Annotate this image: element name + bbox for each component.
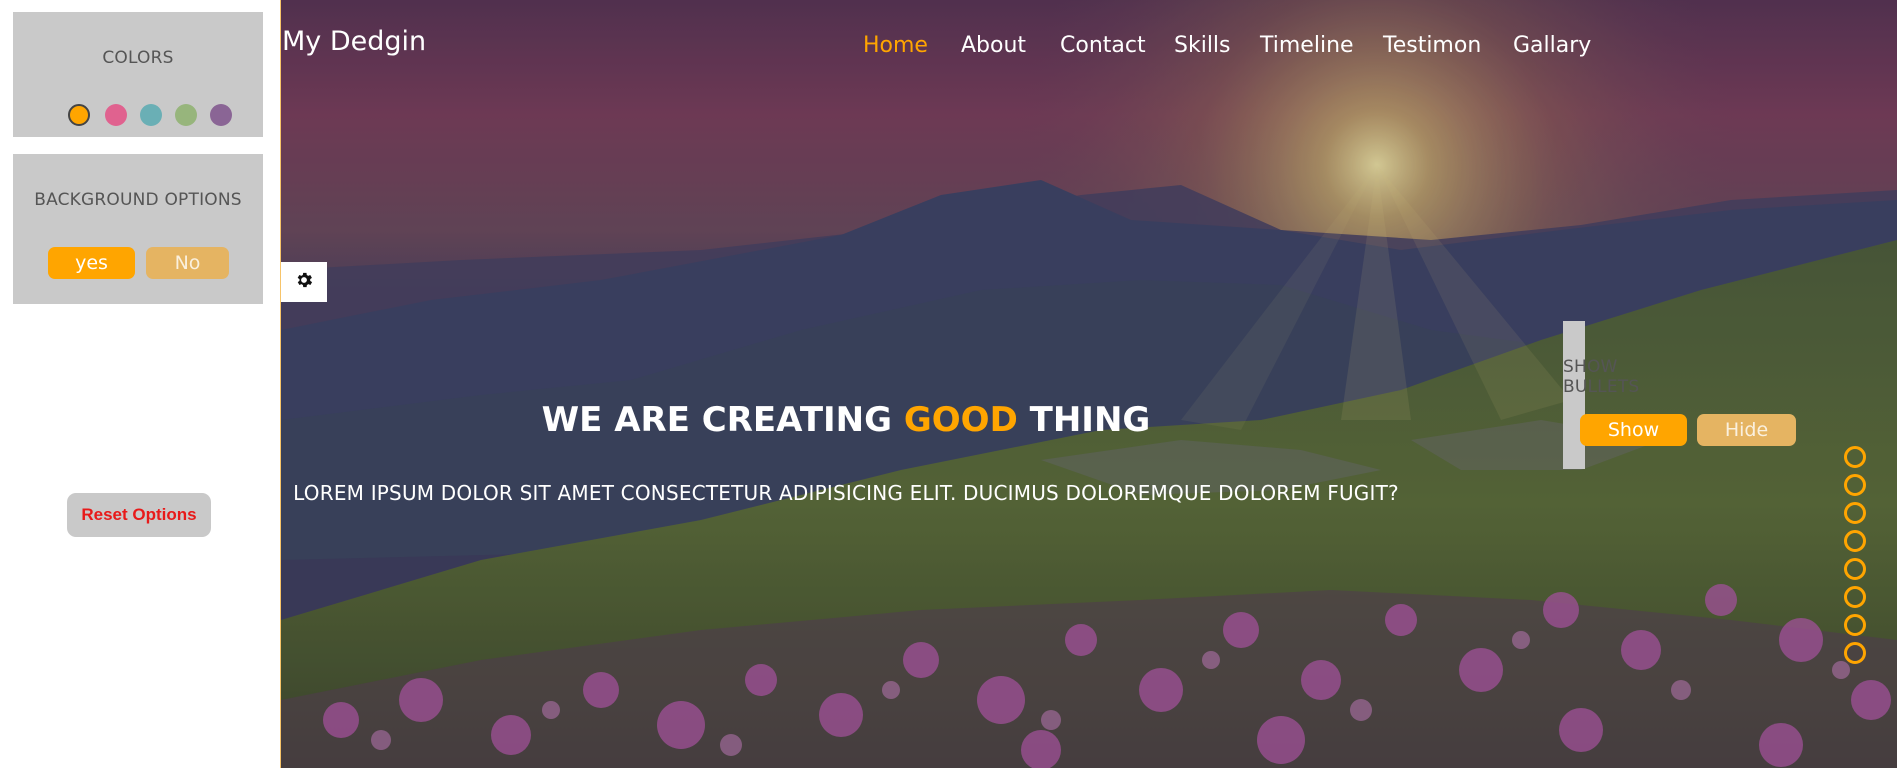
- nav-testimon[interactable]: Testimon: [1383, 33, 1481, 58]
- hero-subtitle: LOREM IPSUM DOLOR SIT AMET CONSECTETUR A…: [293, 481, 1399, 505]
- nav-gallary[interactable]: Gallary: [1513, 33, 1591, 58]
- bullet-about[interactable]: [1844, 474, 1866, 496]
- hero-headline: WE ARE CREATING GOOD THING: [281, 400, 1411, 440]
- colors-title: COLORS: [102, 48, 174, 68]
- bullet-timeline[interactable]: [1844, 558, 1866, 580]
- gear-icon: [294, 270, 314, 294]
- background-options-section: BACKGROUND OPTIONS yes No: [13, 154, 263, 304]
- bullets-hide-button[interactable]: Hide: [1697, 414, 1796, 446]
- bullet-extra[interactable]: [1844, 642, 1866, 664]
- main-nav: Home About Contact Skills Timeline Testi…: [281, 33, 1897, 63]
- show-bullets-title: SHOW BULLETS: [1563, 357, 1639, 397]
- hero-section: My Dedgin Home About Contact Skills Time…: [281, 0, 1897, 768]
- settings-panel: COLORS BACKGROUND OPTIONS yes No SHOW BU…: [0, 0, 1796, 768]
- nav-about[interactable]: About: [961, 33, 1026, 58]
- show-bullets-section: SHOW BULLETS Show Hide: [1563, 321, 1796, 469]
- color-swatches: [13, 104, 263, 128]
- reset-options-button[interactable]: Reset Options: [67, 493, 211, 537]
- headline-text-2: THING: [1017, 400, 1151, 440]
- bullets-show-button[interactable]: Show: [1580, 414, 1687, 446]
- background-no-button[interactable]: No: [146, 247, 229, 279]
- background-options-title: BACKGROUND OPTIONS: [34, 190, 242, 210]
- bullet-home[interactable]: [1844, 446, 1866, 468]
- color-swatch-pink[interactable]: [105, 104, 127, 126]
- settings-toggle-button[interactable]: [281, 262, 327, 302]
- color-swatch-orange[interactable]: [68, 104, 90, 126]
- headline-text-1: WE ARE CREATING: [541, 400, 904, 440]
- color-swatch-purple[interactable]: [210, 104, 232, 126]
- bullet-skills[interactable]: [1844, 530, 1866, 552]
- colors-section: COLORS: [13, 12, 263, 137]
- nav-skills[interactable]: Skills: [1174, 33, 1231, 58]
- nav-contact[interactable]: Contact: [1060, 33, 1146, 58]
- bullet-gallary[interactable]: [1844, 614, 1866, 636]
- color-swatch-green[interactable]: [175, 104, 197, 126]
- nav-home[interactable]: Home: [863, 33, 928, 58]
- color-swatch-teal[interactable]: [140, 104, 162, 126]
- bullet-testimon[interactable]: [1844, 586, 1866, 608]
- headline-accent: GOOD: [903, 400, 1018, 440]
- nav-timeline[interactable]: Timeline: [1260, 33, 1354, 58]
- background-yes-button[interactable]: yes: [48, 247, 135, 279]
- bullet-contact[interactable]: [1844, 502, 1866, 524]
